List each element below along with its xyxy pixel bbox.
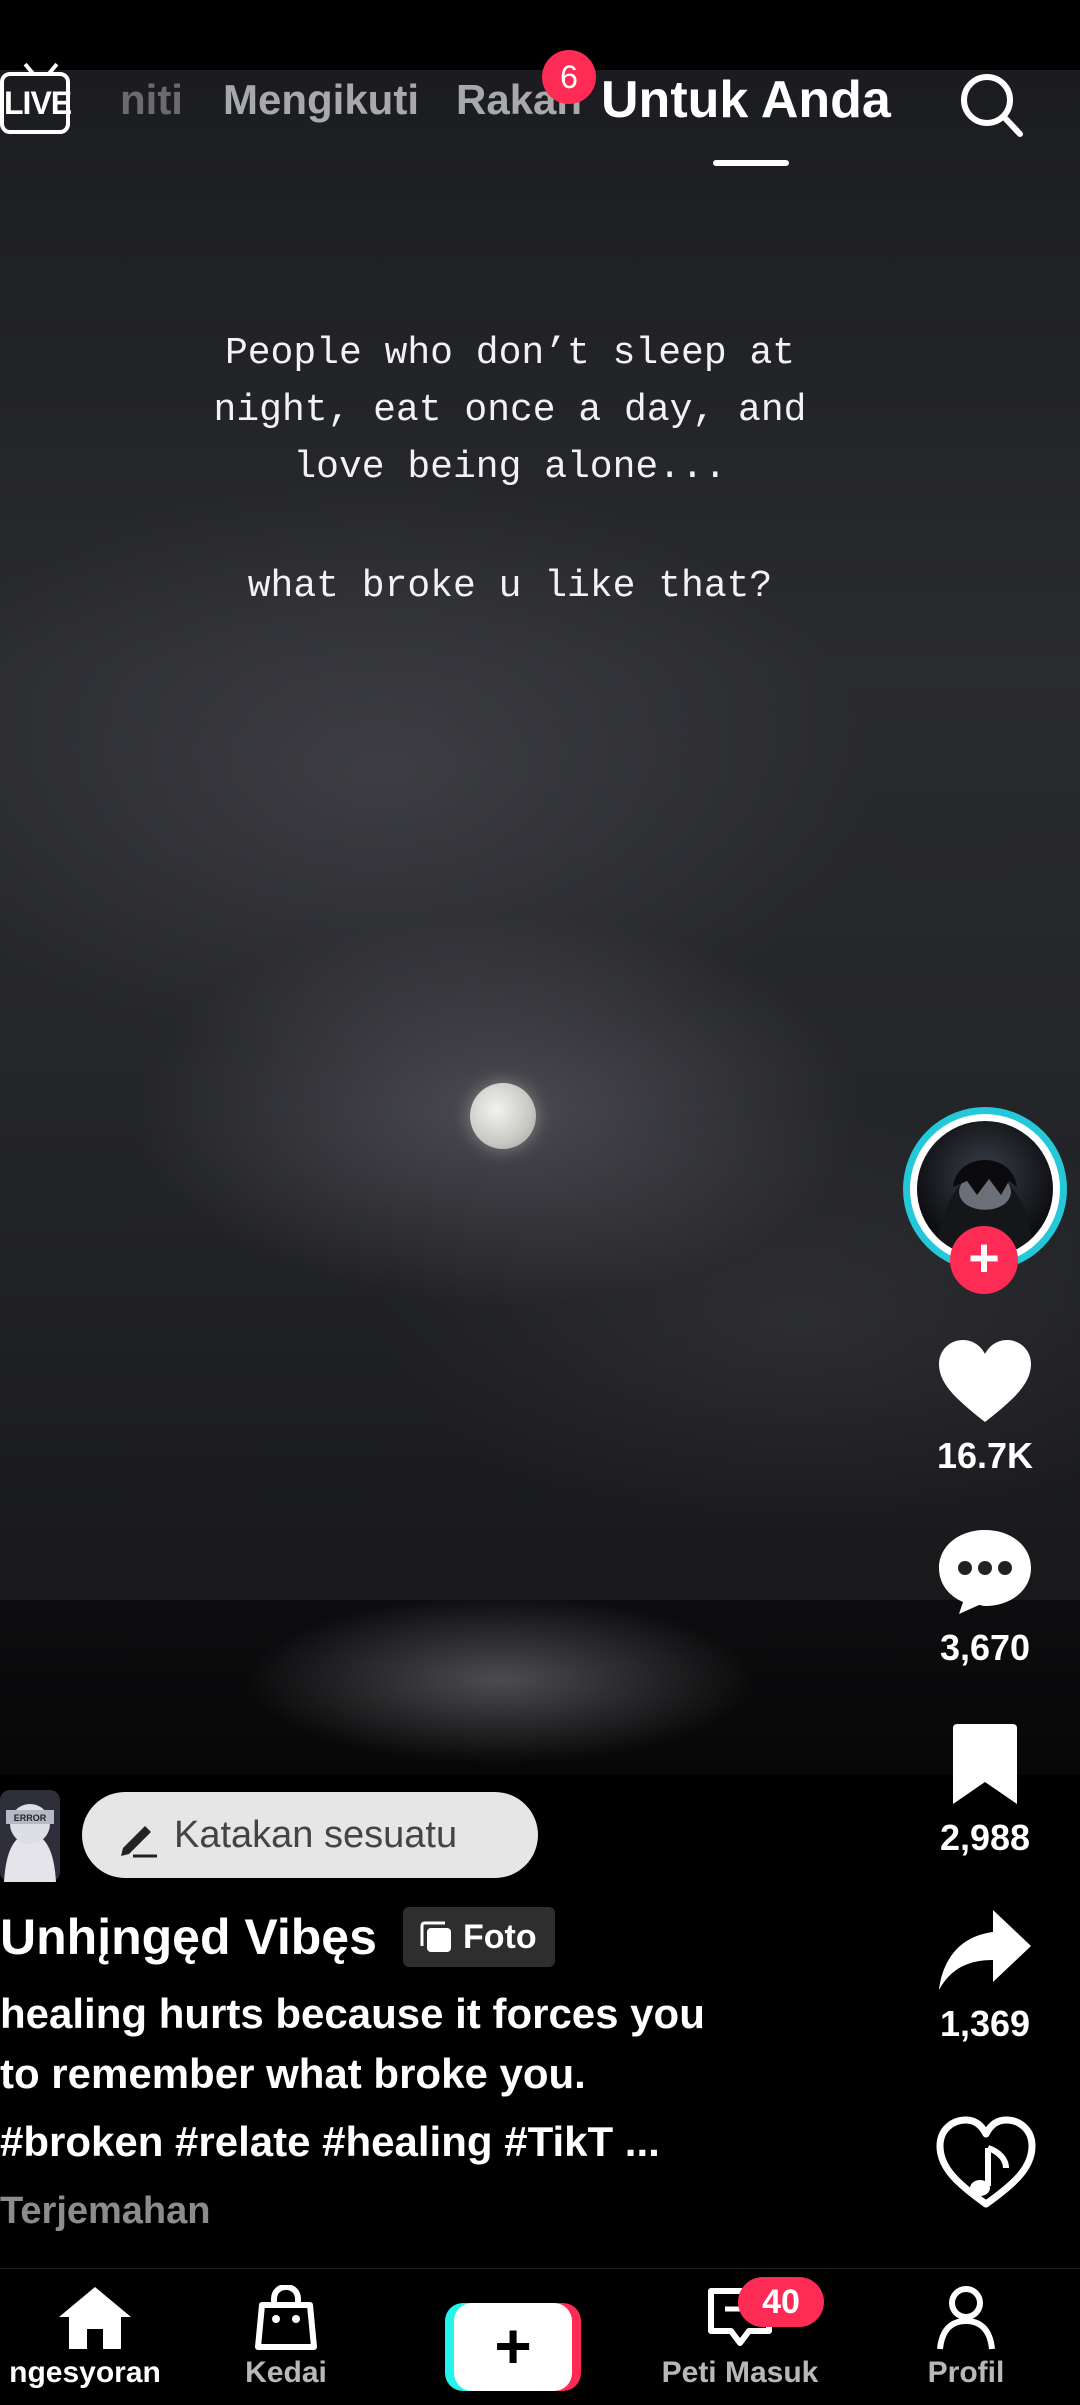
tab-niti[interactable]: niti [120,76,183,124]
photo-icon [420,1921,451,1952]
comment-action[interactable]: 3,670 [900,1528,1070,1669]
pencil-icon [121,1826,157,1858]
share-icon [939,1910,1031,1990]
nav-inbox-label: Peti Masuk [661,2356,819,2389]
nav-profile-label: Profil [927,2356,1005,2389]
comment-count: 3,670 [939,1627,1031,1668]
rakan-badge: 6 [542,50,596,104]
active-tab-indicator [713,160,789,166]
translate-link[interactable]: Terjemahan [0,2190,860,2233]
share-count: 1,369 [939,2003,1031,2044]
like-count: 16.7K [936,1435,1034,1476]
quote-question: what broke u like that? [247,565,773,608]
author-name[interactable]: Unhįngęd Vibęs [0,1908,377,1966]
like-action[interactable]: 16.7K [900,1338,1070,1477]
search-icon[interactable] [958,70,1024,140]
nav-home[interactable]: ngesyoran [0,2285,170,2390]
nav-shop-label: Kedai [245,2356,327,2389]
nav-profile[interactable]: Profil [906,2285,1026,2390]
comment-prompt-bubble[interactable]: Katakan sesuatu [82,1792,538,1878]
save-action[interactable]: 2,988 [900,1722,1070,1859]
tab-untuk-anda[interactable]: Untuk Anda [601,70,891,130]
follow-button[interactable]: + [950,1226,1018,1294]
create-button[interactable]: + [445,2303,581,2391]
bottom-nav: ngesyoran Kedai + Peti Masuk 40 Profil [0,2268,1080,2405]
photo-type-label: Foto [463,1918,537,1956]
photo-type-badge: Foto [403,1907,555,1967]
hashtags[interactable]: #broken #relate #healing #TikT ... [0,2118,860,2166]
home-icon [59,2287,131,2349]
shopping-bag-icon [255,2283,317,2350]
save-count: 2,988 [939,1817,1031,1858]
quote-text: People who don’t sleep at night, eat onc… [213,332,807,489]
share-action[interactable]: 1,369 [900,1906,1070,2045]
heart-icon [939,1340,1031,1422]
comment-icon [939,1530,1031,1614]
nav-shop[interactable]: Kedai [226,2283,346,2390]
moon [470,1083,536,1149]
music-disc-icon[interactable] [934,2114,1038,2210]
comment-prompt-text: Katakan sesuatu [174,1814,458,1856]
user-avatar-small[interactable]: ERROR [0,1790,60,1882]
svg-text:ERROR: ERROR [14,1813,47,1823]
inbox-badge: 40 [738,2277,824,2327]
live-label: LIVE [4,85,72,121]
nav-home-label: ngesyoran [9,2356,161,2389]
caption-text[interactable]: healing hurts because it forces you to r… [0,1984,860,2104]
plus-icon: + [454,2303,572,2391]
profile-icon [937,2286,995,2350]
bookmark-icon [953,1724,1017,1804]
tab-mengikuti[interactable]: Mengikuti [223,76,419,124]
live-icon[interactable]: LIVE [0,72,72,134]
